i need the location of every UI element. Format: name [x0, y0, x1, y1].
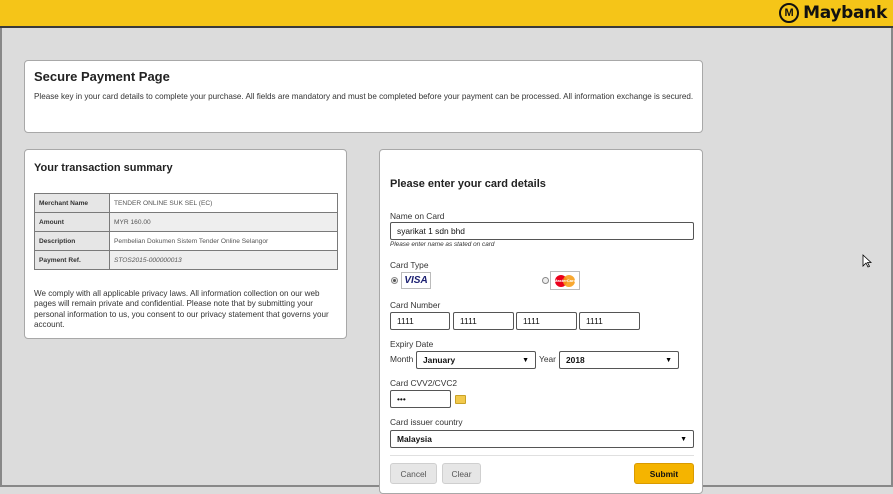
- brand-header: M Maybank: [0, 0, 893, 28]
- table-row: Payment Ref. STOS2015-000000013: [34, 250, 338, 270]
- maybank-logo: M Maybank: [779, 2, 887, 24]
- cvv-input[interactable]: •••: [390, 390, 451, 408]
- card-type-label: Card Type: [390, 260, 429, 270]
- chevron-down-icon: ▼: [680, 435, 687, 443]
- expiry-month-value: January: [423, 355, 456, 365]
- card-number-part-2[interactable]: 1111: [453, 312, 514, 330]
- payment-ref-label: Payment Ref.: [34, 250, 110, 270]
- issuer-country-select[interactable]: Malaysia ▼: [390, 430, 694, 448]
- name-on-card-hint: Please enter name as stated on card: [390, 241, 495, 248]
- tiger-head-icon: M: [779, 3, 800, 23]
- amount-value: MYR 160.00: [109, 212, 338, 232]
- mastercard-logo[interactable]: MasterCard: [550, 271, 580, 290]
- transaction-summary-panel: Your transaction summary Merchant Name T…: [24, 149, 347, 339]
- chevron-down-icon: ▼: [522, 356, 529, 364]
- clear-button[interactable]: Clear: [442, 463, 481, 484]
- card-number-part-1[interactable]: 1111: [390, 312, 450, 330]
- table-row: Description Pembelian Dokumen Sistem Ten…: [34, 231, 338, 251]
- visa-radio[interactable]: [391, 277, 398, 284]
- mastercard-wordmark: MasterCard: [554, 278, 577, 283]
- cvv-help-icon[interactable]: [455, 395, 466, 404]
- table-row: Merchant Name TENDER ONLINE SUK SEL (EC): [34, 193, 338, 213]
- submit-button[interactable]: Submit: [634, 463, 694, 484]
- mastercard-radio[interactable]: [542, 277, 549, 284]
- card-number-label: Card Number: [390, 300, 441, 310]
- expiry-year-value: 2018: [566, 355, 585, 365]
- summary-title: Your transaction summary: [34, 162, 173, 174]
- description-value: Pembelian Dokumen Sistem Tender Online S…: [109, 231, 338, 251]
- window-border-left: [0, 28, 2, 487]
- card-details-panel: Please enter your card details Name on C…: [379, 149, 703, 494]
- page-title: Secure Payment Page: [34, 69, 170, 84]
- brand-name: Maybank: [803, 3, 887, 23]
- name-on-card-label: Name on Card: [390, 211, 445, 221]
- expiry-year-select[interactable]: 2018 ▼: [559, 351, 679, 369]
- card-number-part-3[interactable]: 1111: [516, 312, 577, 330]
- card-number-part-4[interactable]: 1111: [579, 312, 640, 330]
- merchant-name-label: Merchant Name: [34, 193, 110, 213]
- month-label: Month: [390, 354, 414, 364]
- cvv-label: Card CVV2/CVC2: [390, 378, 458, 388]
- transaction-table: Merchant Name TENDER ONLINE SUK SEL (EC)…: [34, 193, 338, 270]
- form-divider: [390, 455, 694, 456]
- intro-text: Please key in your card details to compl…: [34, 92, 694, 101]
- amount-label: Amount: [34, 212, 110, 232]
- chevron-down-icon: ▼: [665, 356, 672, 364]
- merchant-name-value: TENDER ONLINE SUK SEL (EC): [109, 193, 338, 213]
- visa-logo[interactable]: VISA: [401, 272, 431, 289]
- intro-panel: Secure Payment Page Please key in your c…: [24, 60, 703, 133]
- expiry-date-label: Expiry Date: [390, 339, 434, 349]
- cancel-button[interactable]: Cancel: [390, 463, 437, 484]
- description-label: Description: [34, 231, 110, 251]
- payment-ref-value: STOS2015-000000013: [109, 250, 338, 270]
- name-on-card-input[interactable]: syarikat 1 sdn bhd: [390, 222, 694, 240]
- year-label: Year: [539, 354, 556, 364]
- privacy-notice: We comply with all applicable privacy la…: [34, 289, 329, 329]
- issuer-country-label: Card issuer country: [390, 417, 463, 427]
- table-row: Amount MYR 160.00: [34, 212, 338, 232]
- card-form-title: Please enter your card details: [390, 178, 546, 190]
- mouse-cursor-icon: [862, 254, 872, 268]
- expiry-month-select[interactable]: January ▼: [416, 351, 536, 369]
- issuer-country-value: Malaysia: [397, 434, 432, 444]
